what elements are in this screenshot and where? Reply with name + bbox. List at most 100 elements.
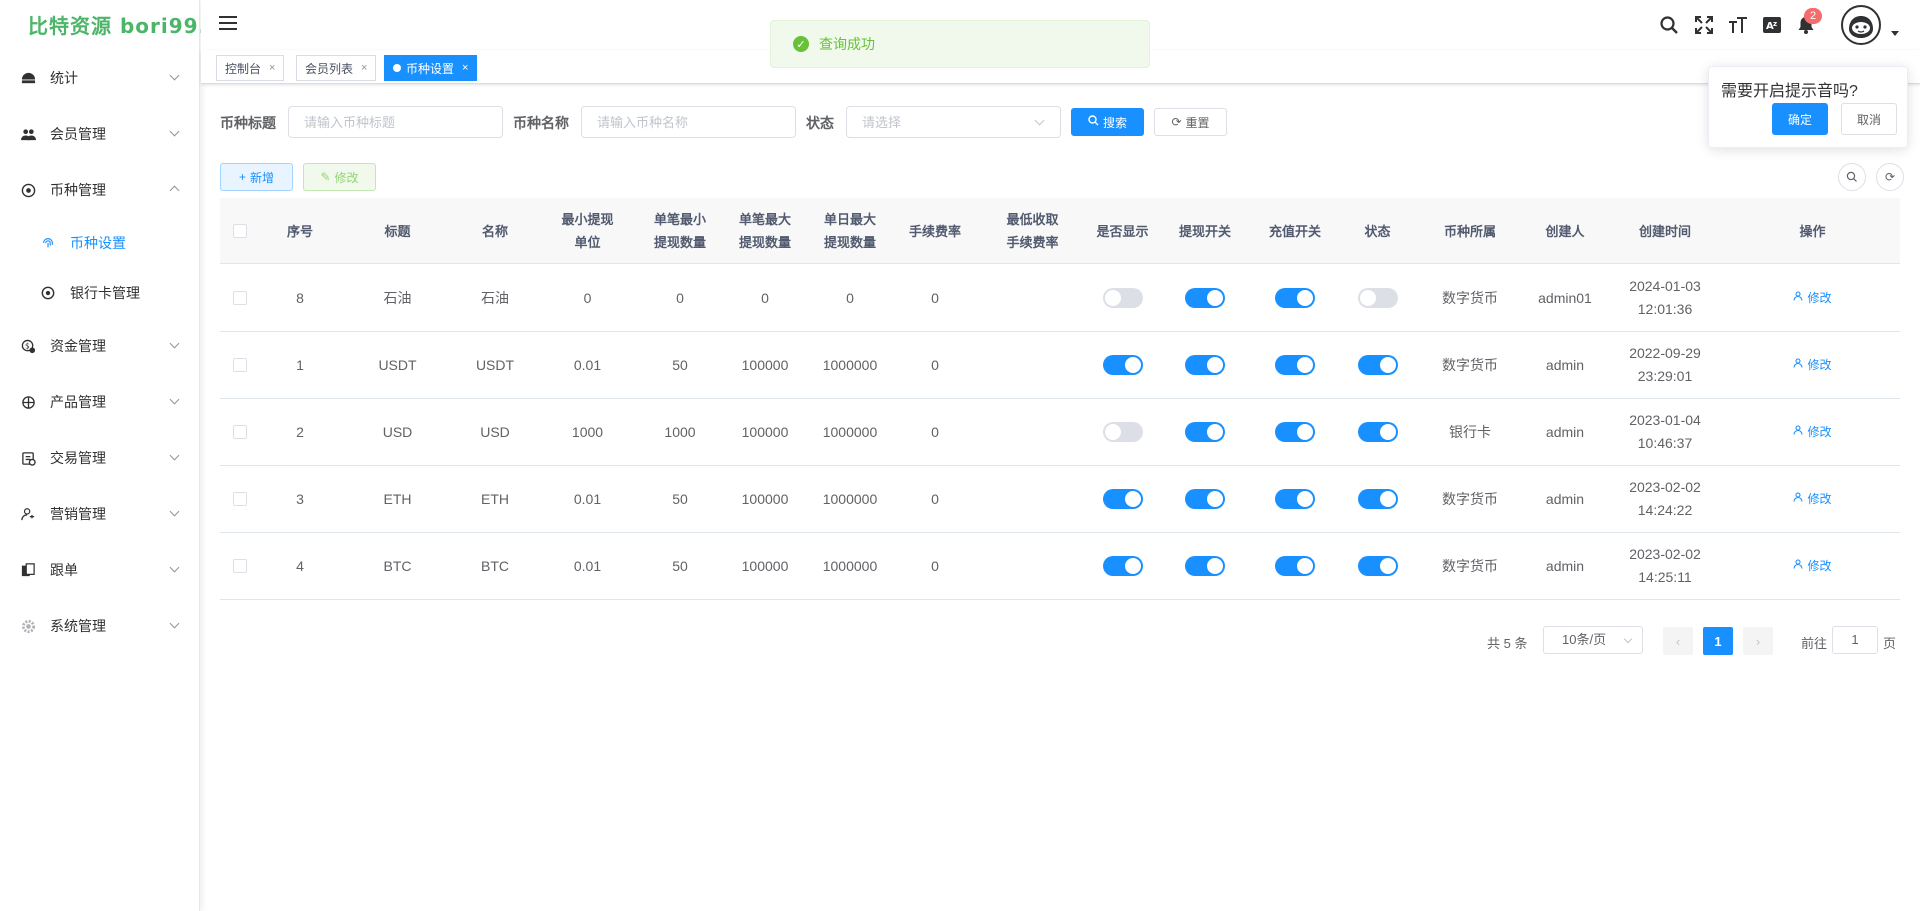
add-button[interactable]: + 新增: [220, 163, 293, 191]
refresh-button[interactable]: ⟳: [1876, 163, 1904, 191]
table-row[interactable]: 4 BTC BTC 0.01 50 100000 1000000 0 数字货币 admin 2023…: [220, 533, 1900, 600]
edit-button[interactable]: ✎ 修改: [303, 163, 376, 191]
recharge-toggle[interactable]: [1275, 355, 1315, 375]
goto-page-input[interactable]: 1: [1832, 626, 1878, 654]
cell-max-qty: 100000: [741, 557, 789, 574]
status-toggle[interactable]: [1357, 288, 1398, 308]
created-date: 2023-02-02: [1629, 546, 1701, 562]
status-select[interactable]: [846, 106, 1061, 138]
row-checkbox[interactable]: [233, 425, 247, 439]
recharge-toggle[interactable]: [1275, 489, 1315, 509]
recharge-toggle[interactable]: [1275, 422, 1315, 442]
hamburger-icon[interactable]: [219, 16, 237, 30]
user-icon: [1793, 354, 1804, 377]
table-row[interactable]: 8 石油 石油 0 0 0 0 0 数字货币 admin01 2024-01-03 12:01:36 修…: [220, 265, 1900, 332]
select-all-checkbox[interactable]: [233, 224, 247, 238]
sidebar-item-8[interactable]: 交易管理: [0, 438, 200, 478]
show-toggle[interactable]: [1102, 355, 1143, 375]
page-number-1[interactable]: 1: [1703, 627, 1733, 655]
prev-page-button[interactable]: ‹: [1663, 627, 1693, 655]
status-toggle[interactable]: [1357, 355, 1398, 375]
column-header: 标题: [340, 198, 455, 264]
withdraw-toggle[interactable]: [1185, 556, 1225, 576]
withdraw-toggle[interactable]: [1185, 355, 1225, 375]
column-header-label: 充值开关: [1268, 223, 1321, 239]
row-checkbox[interactable]: [233, 559, 247, 573]
tag-member-list[interactable]: 会员列表 ×: [296, 55, 377, 81]
close-icon[interactable]: ×: [361, 62, 367, 74]
status-toggle[interactable]: [1357, 489, 1398, 509]
cell-withdraw: [1160, 332, 1250, 398]
withdraw-toggle[interactable]: [1185, 422, 1225, 442]
show-toggle[interactable]: [1102, 556, 1143, 576]
cell-min-qty: 50: [672, 356, 688, 373]
status-toggle[interactable]: [1357, 556, 1398, 576]
confirm-button[interactable]: 确定: [1772, 103, 1828, 135]
sidebar-item-2[interactable]: 会员管理: [0, 114, 200, 154]
withdraw-toggle[interactable]: [1185, 288, 1225, 308]
tag-console[interactable]: 控制台 ×: [216, 55, 285, 81]
table-row[interactable]: 3 ETH ETH 0.01 50 100000 1000000 0 数字货币 admin 2023…: [220, 466, 1900, 533]
avatar[interactable]: [1841, 5, 1881, 45]
translate-icon[interactable]: Az: [1761, 14, 1783, 36]
search-icon[interactable]: [1658, 14, 1680, 36]
table-row[interactable]: 1 USDT USDT 0.01 50 100000 1000000 0 数字货币 admin 20…: [220, 332, 1900, 399]
sidebar-item-3[interactable]: 币种管理: [0, 170, 200, 210]
sidebar-item-9[interactable]: 营销管理: [0, 494, 200, 534]
sidebar-item-7[interactable]: 产品管理: [0, 382, 200, 422]
cell-creator: admin: [1545, 423, 1585, 440]
next-page-button[interactable]: ›: [1743, 627, 1773, 655]
toggle-knob: [1207, 357, 1223, 373]
row-checkbox[interactable]: [233, 492, 247, 506]
withdraw-toggle[interactable]: [1185, 489, 1225, 509]
recharge-toggle[interactable]: [1275, 556, 1315, 576]
sidebar-item-5[interactable]: 银行卡管理: [0, 273, 200, 313]
row-checkbox-cell: [220, 466, 260, 532]
sidebar: 比特资源 bori99.com 实测分享 统计 会员管理 币种管理 币种设置 银行卡管理…: [0, 0, 348, 911]
chevron-down-icon: [169, 70, 180, 81]
row-edit-link[interactable]: 修改: [1793, 555, 1832, 578]
user-icon: [1793, 287, 1804, 310]
avatar-dropdown-icon[interactable]: [1891, 31, 1899, 36]
close-icon[interactable]: ×: [269, 62, 275, 74]
fullscreen-icon[interactable]: [1693, 14, 1715, 36]
row-edit-link[interactable]: 修改: [1793, 488, 1832, 511]
row-checkbox-cell: [220, 533, 260, 599]
sidebar-item-1[interactable]: 统计: [0, 58, 200, 98]
sidebar-item-4[interactable]: 币种设置: [0, 223, 200, 263]
product-icon: [20, 394, 36, 410]
show-toggle[interactable]: [1102, 489, 1143, 509]
search-button[interactable]: 搜索: [1071, 108, 1144, 136]
tag-coin-settings[interactable]: 币种设置 ×: [384, 55, 478, 81]
show-toggle[interactable]: [1102, 422, 1143, 442]
cancel-button[interactable]: 取消: [1841, 103, 1897, 135]
target-icon: [40, 285, 56, 301]
column-header-label: 币种所属: [1443, 223, 1496, 239]
cell-title: USD: [382, 423, 413, 440]
cell-seq: 1: [296, 356, 304, 373]
row-edit-link[interactable]: 修改: [1793, 421, 1832, 444]
close-icon[interactable]: ×: [462, 62, 468, 74]
reset-button[interactable]: ⟳ 重置: [1154, 108, 1227, 136]
row-checkbox[interactable]: [233, 291, 247, 305]
coin-name-input[interactable]: [581, 106, 796, 138]
toggle-search-button[interactable]: [1838, 163, 1866, 191]
show-toggle[interactable]: [1102, 288, 1143, 308]
recharge-toggle[interactable]: [1275, 288, 1315, 308]
row-checkbox[interactable]: [233, 358, 247, 372]
created-time: 14:24:22: [1637, 502, 1693, 518]
table-row[interactable]: 2 USD USD 1000 1000 100000 1000000 0 银行卡 admin 202…: [220, 399, 1900, 466]
cell-fee: 0: [931, 423, 939, 440]
sidebar-item-10[interactable]: 跟单: [0, 550, 200, 590]
search-button-label: 搜索: [1102, 115, 1127, 130]
cell-withdraw: [1160, 265, 1250, 331]
row-edit-link[interactable]: 修改: [1793, 354, 1832, 377]
row-edit-link[interactable]: 修改: [1793, 287, 1832, 310]
toggle-knob: [1104, 424, 1121, 440]
toggle-knob: [1207, 290, 1223, 306]
sidebar-item-11[interactable]: 系统管理: [0, 606, 200, 646]
coin-title-input[interactable]: [288, 106, 503, 138]
status-toggle[interactable]: [1357, 422, 1398, 442]
font-size-icon[interactable]: [1727, 14, 1749, 36]
sidebar-item-6[interactable]: $ 资金管理: [0, 326, 200, 366]
